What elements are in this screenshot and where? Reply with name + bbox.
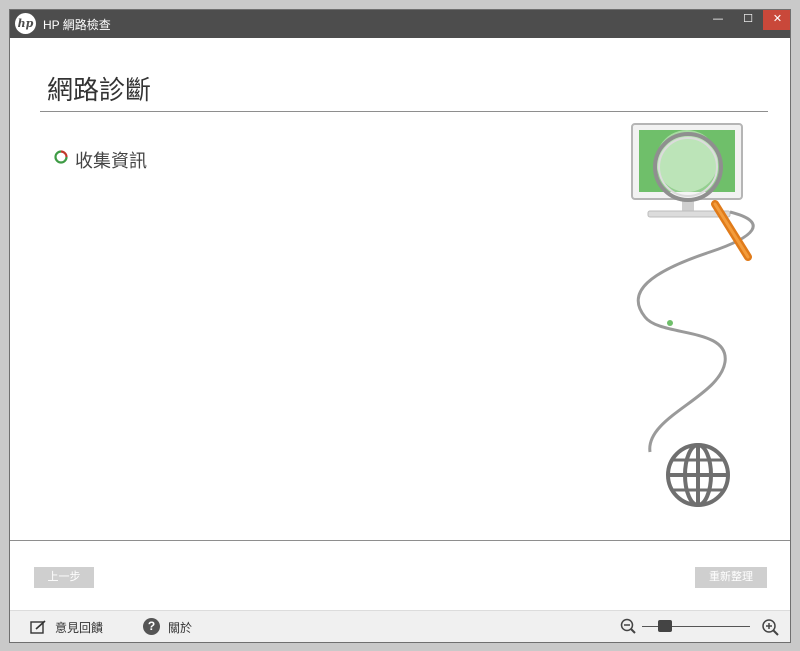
app-window: hp HP 網路檢查 — ☐ ✕ 網路診斷 收集資訊 上一步 重新整理 意見回饋… <box>9 9 791 643</box>
about-label: 關於 <box>168 621 193 635</box>
feedback-label: 意見回饋 <box>55 621 104 635</box>
minimize-button[interactable]: — <box>703 10 733 30</box>
feedback-icon <box>30 620 46 634</box>
zoom-out-icon[interactable] <box>620 618 636 634</box>
back-button[interactable]: 上一步 <box>34 567 94 588</box>
bottom-divider <box>10 540 790 541</box>
hp-logo: hp <box>15 13 36 34</box>
title-bar[interactable]: hp HP 網路檢查 — ☐ ✕ <box>10 10 790 38</box>
zoom-slider-thumb[interactable] <box>658 620 672 632</box>
network-illustration <box>631 123 755 507</box>
zoom-in-icon[interactable] <box>761 618 779 636</box>
refresh-button[interactable]: 重新整理 <box>695 567 767 588</box>
title-divider <box>40 111 768 112</box>
app-title: HP 網路檢查 <box>43 18 111 32</box>
close-button[interactable]: ✕ <box>763 10 790 30</box>
globe-icon <box>666 443 730 507</box>
help-icon: ? <box>143 618 160 635</box>
maximize-button[interactable]: ☐ <box>733 10 763 30</box>
status-text: 收集資訊 <box>75 151 147 171</box>
zoom-control[interactable] <box>618 616 788 638</box>
page-title: 網路診斷 <box>47 75 152 105</box>
spinner-icon <box>54 150 68 164</box>
